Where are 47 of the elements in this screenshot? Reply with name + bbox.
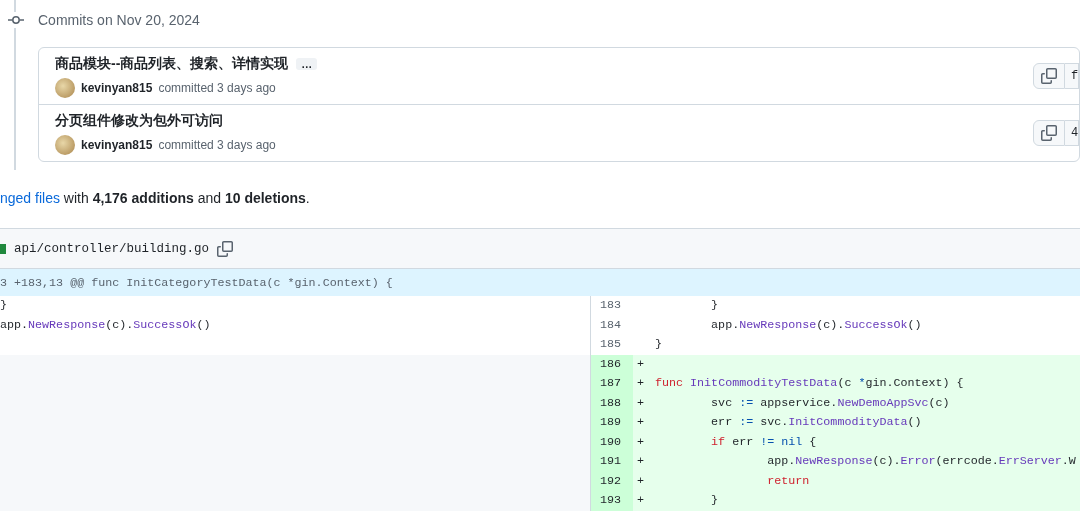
line-number: 191: [591, 452, 633, 472]
copy-button[interactable]: [1033, 63, 1065, 89]
line-number: 190: [591, 432, 633, 452]
hunk-header: 3 +183,13 @@ func InitCategoryTestData(c *gin.Context) {: [0, 269, 1080, 296]
line-number: 188: [591, 393, 633, 413]
commit-title[interactable]: 商品模块--商品列表、搜索、详情实现: [55, 54, 289, 73]
line-number: 193: [591, 491, 633, 511]
expand-button[interactable]: …: [296, 57, 318, 70]
line-number: 186: [591, 354, 633, 374]
code-line: }: [655, 336, 663, 353]
line-number: 185: [598, 336, 622, 353]
addition-sign: +: [633, 491, 655, 511]
commit-sha-button[interactable]: f: [1065, 63, 1079, 89]
diff-stat-icon: [0, 243, 6, 254]
file-path[interactable]: api/controller/building.go: [14, 241, 210, 256]
addition-sign: +: [633, 354, 655, 374]
addition-sign: +: [633, 471, 655, 491]
copy-button[interactable]: [1033, 120, 1065, 146]
addition-sign: +: [633, 452, 655, 472]
commit-time: committed 3 days ago: [158, 137, 276, 152]
copy-button[interactable]: [217, 240, 234, 257]
changed-files-link[interactable]: nged files: [0, 190, 60, 206]
line-number: 189: [591, 413, 633, 433]
copy-icon: [217, 240, 234, 257]
code-line: }: [710, 297, 720, 314]
line-number: 192: [591, 471, 633, 491]
line-number: 187: [591, 374, 633, 394]
author-avatar: [55, 134, 75, 155]
code-line: app.NewResponse(c).SuccessOk(): [0, 316, 212, 334]
addition-sign: +: [633, 413, 655, 433]
diff-summary-text: nged files with 4,176 additions and 10 deletions.: [0, 189, 311, 207]
line-number: 184: [598, 316, 622, 334]
addition-sign: +: [633, 374, 655, 394]
commit-sha-button[interactable]: 4: [1065, 120, 1079, 146]
code-line: }: [0, 297, 8, 314]
author-avatar: [55, 77, 75, 98]
commit-title[interactable]: 分页组件修改为包外可访问: [55, 111, 223, 130]
author-name[interactable]: kevinyan815: [81, 80, 153, 95]
copy-icon: [1041, 68, 1057, 84]
addition-sign: +: [633, 393, 655, 413]
copy-icon: [1041, 125, 1057, 141]
line-number: 183: [598, 297, 622, 314]
addition-sign: +: [633, 432, 655, 452]
commit-date-heading: Commits on Nov 20, 2024: [38, 12, 200, 28]
author-name[interactable]: kevinyan815: [81, 137, 153, 152]
commit-time: committed 3 days ago: [158, 80, 276, 95]
code-line: app.NewResponse(c).SuccessOk(): [710, 316, 923, 334]
